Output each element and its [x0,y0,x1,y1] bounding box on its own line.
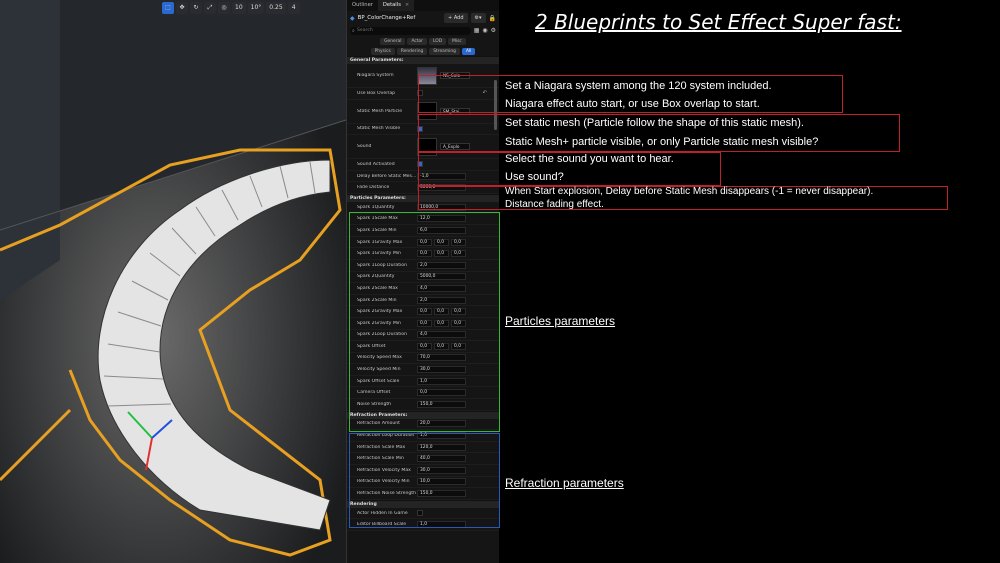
scale-tool-button[interactable]: ⤢ [204,2,216,14]
tab-details-label: Details [382,2,401,8]
grid-view-icon[interactable]: ▦ [474,27,480,34]
search-input[interactable]: ⌕ Search [350,26,471,35]
panel-tabs: Outliner Details × [347,0,499,11]
note-delay: When Start explosion, Delay before Stati… [505,186,874,197]
rotation-snap-button[interactable]: 10° [247,2,265,14]
filter-row-2: Physics Rendering Streaming All [347,46,499,56]
settings-gear-icon[interactable]: ⚙ [491,27,496,34]
viewport-scene [0,0,346,563]
prop-label: Niagara System [357,73,394,78]
blueprint-name: BP_ColorChange+Ref [357,15,416,21]
tab-details[interactable]: Details × [377,0,415,11]
headline: 2 Blueprints to Set Effect Super fast: [535,10,902,34]
add-component-button[interactable]: + Add [444,13,468,23]
prop-label: Fade Distance [357,185,390,191]
close-icon[interactable]: × [405,2,409,8]
grid-snap-button[interactable]: 10 [232,2,246,14]
filter-streaming[interactable]: Streaming [429,47,460,55]
note-use-sound: Use sound? [505,171,564,183]
move-tool-button[interactable]: ✥ [176,2,188,14]
prop-label: Delay Before Static Mes... [357,173,417,179]
prop-label: Sound [357,144,372,150]
tab-outliner[interactable]: Outliner [347,0,378,11]
world-space-icon[interactable]: ◎ [218,2,230,14]
particles-highlight-box [349,212,500,432]
blueprint-header: ◆ BP_ColorChange+Ref + Add ⚙▾ 🔒 [347,11,499,25]
note-static-mesh: Set static mesh (Particle follow the sha… [505,117,804,129]
filter-physics[interactable]: Physics [370,47,395,55]
refraction-label: Refraction parameters [505,476,624,490]
viewport-toolbar: ⬚ ✥ ↻ ⤢ ◎ 10 10° 0.25 4 [162,2,300,16]
level-viewport[interactable]: ⬚ ✥ ↻ ⤢ ◎ 10 10° 0.25 4 [0,0,346,563]
category-general[interactable]: General Parameters: [347,56,499,64]
filter-lod[interactable]: LOD [429,37,447,45]
search-icon: ⌕ [352,27,355,34]
filter-all[interactable]: All [461,47,476,55]
note-niagara: Set a Niagara system among the 120 syste… [505,80,772,92]
filter-general[interactable]: General [380,37,406,45]
prop-label: Spark 1Quantity [357,204,395,210]
prop-label: Sound Activated [357,161,395,167]
rotate-tool-button[interactable]: ↻ [190,2,202,14]
particles-label: Particles parameters [505,314,616,328]
note-static-mesh-visible: Static Mesh+ particle visible, or only P… [505,136,819,148]
refraction-highlight-box [349,433,500,528]
search-placeholder: Search [357,27,373,33]
filter-actor[interactable]: Actor [407,37,427,45]
blueprint-icon: ◆ [350,14,355,22]
filter-row-1: General Actor LOD Misc [347,36,499,46]
filter-misc[interactable]: Misc [448,37,466,45]
note-fade: Distance fading effect. [505,199,604,210]
note-sound: Select the sound you want to hear. [505,153,674,165]
prop-label: Static Mesh Particle [357,108,403,114]
eye-icon[interactable]: ◉ [482,27,487,34]
search-row: ⌕ Search ▦ ◉ ⚙ [347,25,499,36]
note-box-overlap: Niagara effect auto start, or use Box ov… [505,98,760,110]
prop-label: Use Box Overlap [357,90,396,96]
lock-icon[interactable]: 🔒 [489,15,496,22]
prop-label: Static Mesh Visible [357,126,401,132]
filter-rendering[interactable]: Rendering [396,47,428,55]
blueprint-options-button[interactable]: ⚙▾ [470,13,486,23]
camera-speed-button[interactable]: 4 [287,2,300,14]
select-mode-button[interactable]: ⬚ [162,2,174,14]
scale-snap-button[interactable]: 0.25 [266,2,286,14]
